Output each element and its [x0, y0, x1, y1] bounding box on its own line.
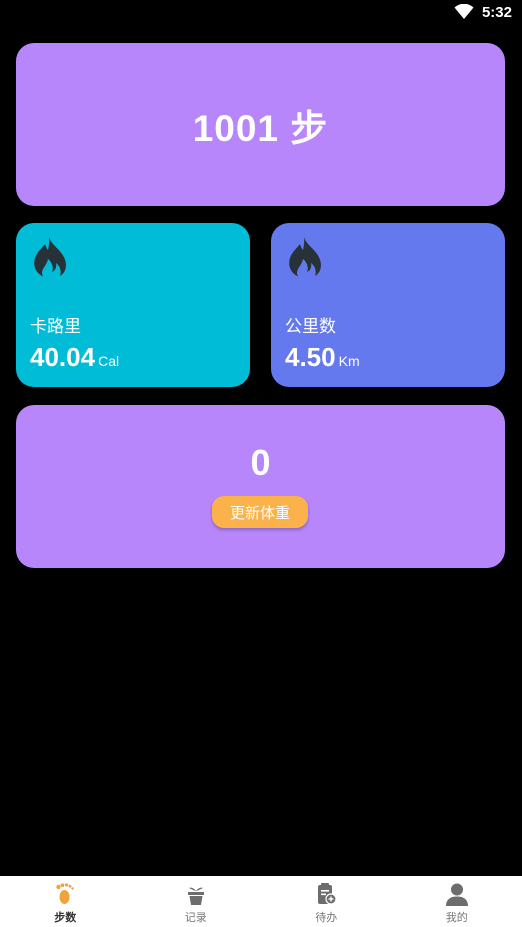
steps-value: 1001	[192, 107, 280, 149]
calories-value-row: 40.04 Cal	[30, 342, 119, 373]
distance-label: 公里数	[285, 317, 336, 336]
weight-value: 0	[250, 442, 271, 483]
steps-card: 1001 步	[16, 43, 505, 206]
status-time: 5:32	[481, 4, 512, 21]
nav-item-profile[interactable]: 我的	[392, 876, 522, 927]
user-icon	[445, 883, 468, 906]
status-bar: 5:32	[0, 0, 522, 26]
calories-unit: Cal	[98, 353, 120, 369]
update-weight-button[interactable]: 更新体重	[212, 496, 308, 528]
nav-label-profile: 我的	[445, 912, 468, 924]
calories-label: 卡路里	[30, 317, 81, 336]
calories-value: 40.04	[30, 342, 96, 372]
nav-item-todo[interactable]: 待办	[261, 876, 392, 927]
plant-pot-icon	[187, 887, 204, 905]
nav-item-records[interactable]: 记录	[131, 876, 262, 927]
clipboard-add-icon	[318, 883, 337, 905]
steps-unit: 步	[290, 107, 329, 149]
wifi-icon	[454, 4, 474, 19]
distance-value-row: 4.50 Km	[285, 342, 360, 373]
distance-unit: Km	[338, 353, 360, 369]
distance-card: 公里数 4.50 Km	[271, 223, 505, 387]
nav-label-steps: 步数	[54, 912, 77, 924]
calories-card: 卡路里 40.04 Cal	[16, 223, 250, 387]
weight-card: 0 更新体重	[16, 405, 505, 568]
nav-label-todo: 待办	[315, 912, 338, 924]
steps-count: 1001 步	[193, 98, 329, 152]
fire-icon	[289, 237, 321, 277]
bottom-nav: 步数 记录 待办 我的	[0, 876, 522, 927]
nav-item-steps[interactable]: 步数	[0, 876, 131, 927]
distance-value: 4.50	[285, 342, 336, 372]
nav-label-records: 记录	[184, 912, 207, 924]
footprint-icon	[56, 883, 74, 904]
fire-icon	[34, 237, 66, 277]
